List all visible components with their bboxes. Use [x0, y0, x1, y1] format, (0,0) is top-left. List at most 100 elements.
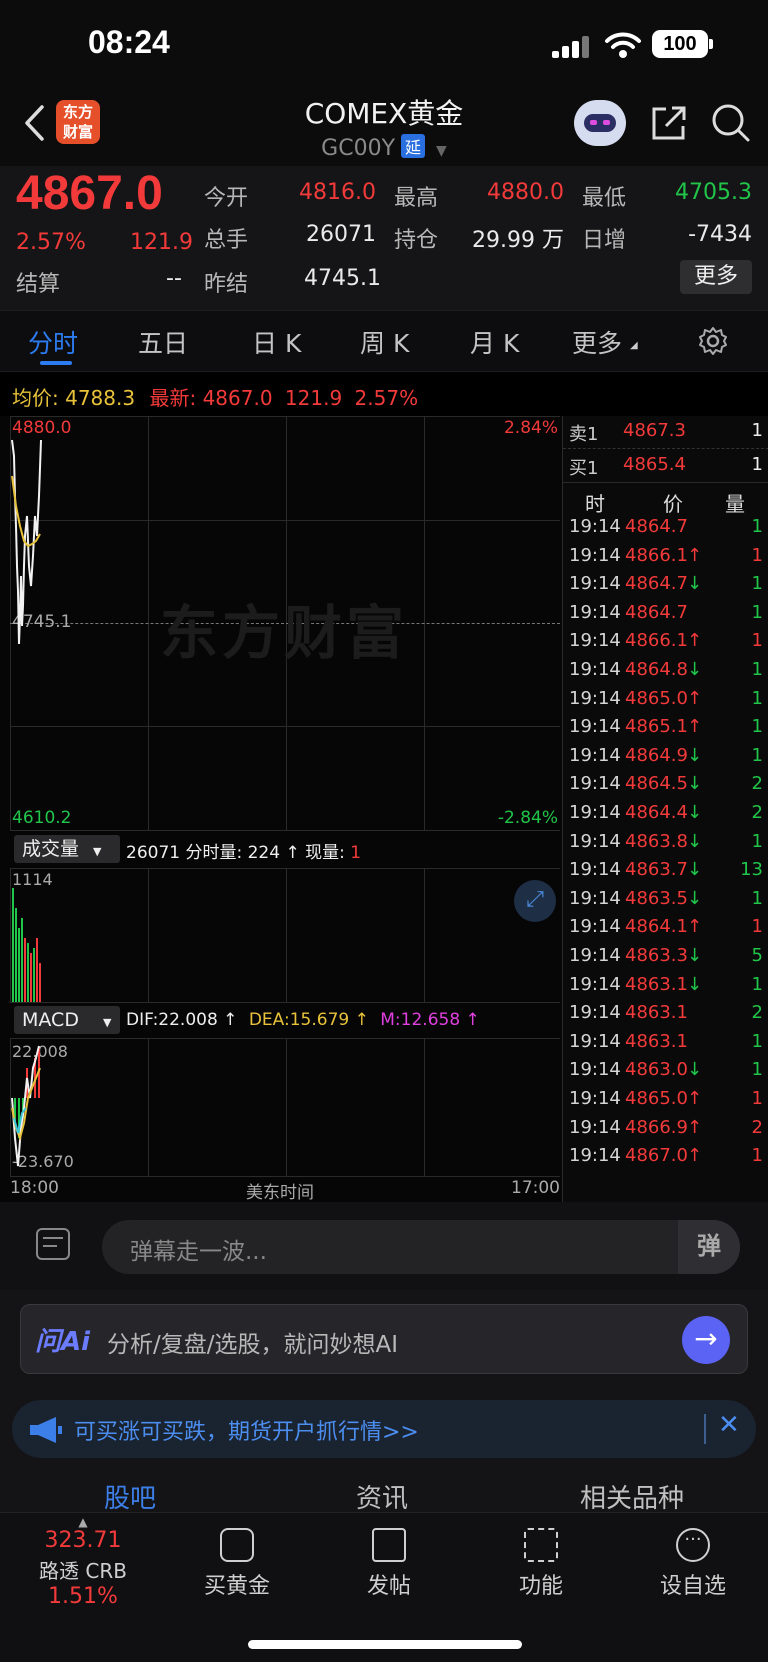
tick-row: 19:14 4863.7 ↓ 13: [569, 859, 763, 881]
robot-avatar-icon[interactable]: [574, 100, 626, 146]
volume-label: 总手: [204, 228, 249, 253]
tab-monthly-k[interactable]: 月 K: [470, 324, 519, 360]
tick-row: 19:14 4867.0 ↑ 1: [569, 1145, 763, 1167]
more-quote-button[interactable]: 更多: [680, 260, 752, 294]
nav-post[interactable]: 发帖: [334, 1522, 444, 1600]
volume-bars: [12, 888, 41, 1002]
tick-row: 19:14 4866.1 ↑ 1: [569, 630, 763, 652]
bid-row: 买1 4865.4 1: [569, 454, 763, 479]
low-value: 4705.3: [675, 180, 752, 205]
high-value: 4880.0: [487, 180, 564, 205]
tick-row: 19:14 4864.8 ↓ 1: [569, 659, 763, 680]
avg-label: 均价:: [12, 386, 59, 410]
avg-value: 4788.3: [65, 386, 136, 410]
open-interest-value: 29.99 万: [472, 228, 564, 253]
battery-icon: 100: [652, 30, 708, 58]
intraday-chart[interactable]: 东方财富 4880.0 4610.2 2.84% -2.84% 4745.1 成…: [0, 416, 562, 1203]
tab-weekly-k[interactable]: 周 K: [360, 324, 409, 360]
volume-value: 26071: [306, 222, 376, 247]
prev-settle-value: 4745.1: [304, 266, 381, 291]
time-axis-start: 18:00: [10, 1178, 59, 1198]
tick-row: 19:14 4866.9 ↑ 2: [569, 1116, 763, 1138]
ai-send-button[interactable]: →: [682, 1316, 730, 1364]
high-label: 最高: [394, 186, 439, 211]
ask-row: 卖1 4867.3 1: [569, 420, 763, 445]
index-value: 323.71: [44, 1528, 122, 1553]
share-icon[interactable]: [650, 104, 688, 142]
chart-info-line: 均价: 4788.3 最新: 4867.0 121.9 2.57%: [12, 382, 418, 411]
ticks-header: 时 价 量: [585, 492, 745, 516]
daily-change-label: 日增: [582, 228, 627, 253]
delay-badge: 延: [401, 134, 426, 158]
macd-caret-icon: ▼: [102, 1016, 112, 1029]
latest-label: 最新:: [149, 386, 197, 410]
settle-value: --: [166, 266, 182, 291]
grid-icon: [524, 1528, 558, 1562]
tab-related[interactable]: 相关品种: [580, 1478, 684, 1515]
price-line: [11, 439, 42, 645]
time-axis-mid: 美东时间: [246, 1183, 314, 1203]
promo-banner[interactable]: 可买涨可买跌，期货开户抓行情>> ✕: [12, 1400, 756, 1458]
danmu-toggle-button[interactable]: 弹: [678, 1220, 740, 1274]
tick-row: 19:14 4864.5 ↓ 2: [569, 773, 763, 795]
volume-caret-icon: ▼: [93, 845, 102, 858]
tab-news[interactable]: 资讯: [356, 1478, 408, 1515]
open-interest-label: 持仓: [394, 228, 439, 253]
volume-info: 26071 分时量: 224 ↑ 现量: 1: [126, 843, 362, 863]
latest-change-pct: 2.57%: [354, 386, 419, 410]
latest-value: 4867.0: [202, 386, 273, 410]
index-ticker[interactable]: ▲ 323.71 路透 CRB 1.51%: [8, 1516, 158, 1609]
close-icon[interactable]: ✕: [718, 1410, 740, 1440]
tab-more-caret-icon: ◢: [630, 340, 638, 351]
chart-icon: [220, 1528, 254, 1562]
expand-chart-button[interactable]: ⤢: [514, 880, 556, 922]
daily-change-value: -7434: [688, 222, 752, 247]
tick-row: 19:14 4863.1 1: [569, 1030, 763, 1052]
tick-row: 19:14 4863.1 2: [569, 1002, 763, 1024]
tick-row: 19:14 4864.1 ↑ 1: [569, 916, 763, 938]
comment-list-icon[interactable]: [36, 1228, 70, 1260]
order-book[interactable]: 卖1 4867.3 1 买1 4865.4 1 时 价 量 19:14 4864.…: [562, 416, 768, 1202]
tick-row: 19:14 4865.0 ↑ 1: [569, 1088, 763, 1109]
open-label: 今开: [204, 186, 249, 211]
tick-row: 19:14 4864.7 1: [569, 516, 763, 537]
dropdown-caret-icon: ▼: [436, 143, 447, 159]
home-indicator: [248, 1640, 522, 1649]
settings-gear-icon[interactable]: [698, 326, 728, 356]
volume-selector[interactable]: 成交量 ▼: [14, 835, 120, 863]
promo-text: 可买涨可买跌，期货开户抓行情>>: [74, 1420, 419, 1445]
tab-active-indicator: [40, 361, 72, 365]
settle-label: 结算: [16, 272, 61, 297]
tick-row: 19:14 4865.1 ↑ 1: [569, 716, 763, 738]
tab-intraday[interactable]: 分时: [28, 324, 78, 360]
instrument-code: GC00Y: [321, 136, 396, 161]
macd-selector[interactable]: MACD ▼: [14, 1006, 120, 1034]
nav-buy-gold[interactable]: 买黄金: [182, 1522, 292, 1600]
nav-add-watchlist[interactable]: ··· 设自选: [638, 1522, 748, 1600]
index-name: 路透 CRB: [39, 1559, 127, 1583]
time-axis-end: 17:00: [511, 1178, 560, 1198]
nav-functions[interactable]: 功能: [486, 1522, 596, 1600]
status-time: 08:24: [88, 24, 170, 60]
search-icon[interactable]: [710, 102, 752, 144]
more-dots-icon: ···: [676, 1528, 710, 1562]
macd-lines: [11, 1045, 41, 1167]
danmu-input[interactable]: 弹幕走一波... 弹: [102, 1220, 740, 1274]
open-value: 4816.0: [299, 180, 376, 205]
up-arrow-icon: ▲: [78, 1515, 88, 1529]
ai-ask-input[interactable]: 问Ai 分析/复盘/选股，就问妙想AI: [20, 1304, 748, 1374]
index-pct: 1.51%: [48, 1584, 118, 1609]
tick-row: 19:14 4864.7 1: [569, 601, 763, 623]
tab-five-day[interactable]: 五日: [138, 324, 188, 360]
tick-row: 19:14 4864.7 ↓ 1: [569, 573, 763, 595]
tick-row: 19:14 4863.0 ↓ 1: [569, 1059, 763, 1081]
tab-guba[interactable]: 股吧: [104, 1478, 156, 1515]
tick-row: 19:14 4866.1 ↑ 1: [569, 544, 763, 566]
tab-daily-k[interactable]: 日 K: [252, 324, 301, 360]
low-label: 最低: [582, 186, 627, 211]
wifi-icon: [605, 32, 641, 58]
tab-more[interactable]: 更多: [572, 324, 622, 360]
ai-logo: 问Ai: [35, 1327, 91, 1357]
signal-icon: [552, 36, 592, 58]
change-value: 121.9: [130, 230, 193, 255]
